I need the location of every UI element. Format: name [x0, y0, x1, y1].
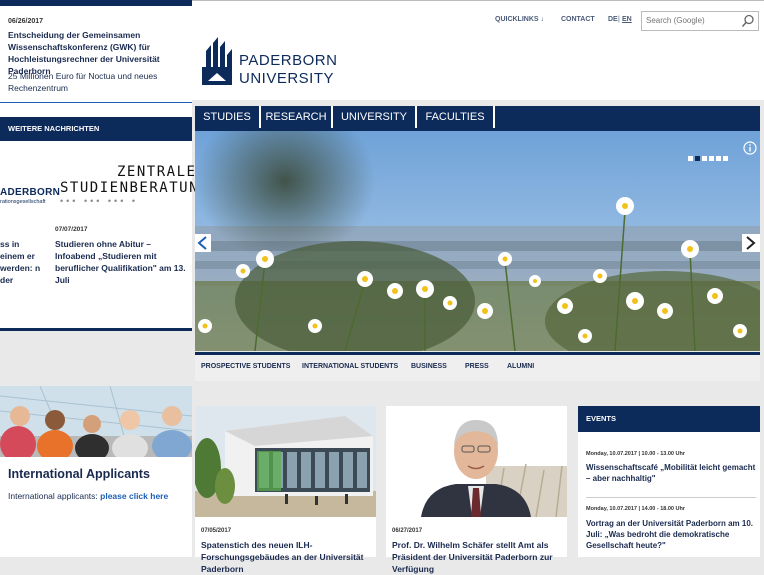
news-subtitle: 25 Millionen Euro für Noctua und neues R… [8, 71, 158, 93]
news-date: 06/26/2017 [8, 18, 44, 25]
subnav-prospective-students[interactable]: PROSPECTIVE STUDENTS [201, 363, 290, 370]
search-box [641, 11, 759, 31]
event-date: Monday, 10.07.2017 | 14.00 - 18.00 Uhr [586, 506, 685, 512]
zsb-logo-line2: STUDIENBERATUNG [60, 180, 209, 196]
divider [586, 497, 756, 498]
divider [0, 102, 192, 103]
more-news-label: WEITERE NACHRICHTEN [8, 124, 100, 133]
slider-dot[interactable] [709, 156, 714, 161]
news-date: 07/07/2017 [55, 226, 88, 233]
slider-dot[interactable] [702, 156, 707, 161]
partner-logo-sub: rationsgesellschaft [0, 199, 46, 205]
more-news-button[interactable]: WEITERE NACHRICHTEN [0, 117, 192, 141]
slider-next-button[interactable] [742, 234, 760, 252]
main-nav: STUDIES RESEARCH UNIVERSITY FACULTIES [195, 106, 760, 131]
search-input[interactable] [646, 14, 736, 27]
international-link[interactable]: please click here [100, 491, 168, 501]
event-date: Monday, 10.07.2017 | 10.00 - 13.00 Uhr [586, 451, 685, 457]
slider-dot[interactable] [716, 156, 721, 161]
card-bottom-line [0, 328, 192, 331]
news-card[interactable]: 07/05/2017 Spatenstich des neuen ILH-For… [195, 406, 376, 574]
logo-text[interactable]: UNIVERSITY [239, 70, 334, 87]
slider-dot[interactable] [723, 156, 728, 161]
news-date: 07/05/2017 [201, 528, 232, 534]
subnav-press[interactable]: PRESS [465, 363, 489, 370]
hero-photo [195, 131, 760, 351]
international-text: International applicants: please click h… [8, 491, 168, 501]
lang-de-link[interactable]: DE [608, 16, 618, 23]
events-header[interactable]: EVENTS [578, 406, 760, 432]
header-topline [192, 0, 764, 5]
lang-en-link[interactable]: EN [622, 16, 632, 23]
international-text-label: International applicants: [8, 491, 101, 501]
search-icon[interactable] [741, 14, 755, 28]
news-title-link[interactable]: Prof. Dr. Wilhelm Schäfer stellt Amt als… [392, 539, 568, 575]
news-image [386, 406, 567, 517]
sub-nav: PROSPECTIVE STUDENTS INTERNATIONAL STUDE… [195, 352, 760, 381]
slider-dots [688, 148, 730, 161]
logo-text[interactable]: PADERBORN [239, 52, 337, 69]
events-panel: EVENTS Monday, 10.07.2017 | 10.00 - 13.0… [578, 406, 760, 557]
nav-faculties[interactable]: FACULTIES [417, 106, 495, 128]
event-title-link[interactable]: Vortrag an der Universität Paderborn am … [586, 518, 758, 551]
contact-link[interactable]: CONTACT [561, 16, 595, 23]
international-title[interactable]: International Applicants [8, 467, 150, 481]
zsb-logo-line1: ZENTRALE [117, 164, 197, 180]
portrait-photo [386, 406, 567, 517]
news-image [195, 406, 376, 517]
events-header-label: EVENTS [586, 414, 617, 423]
hero-slider-image [195, 131, 760, 351]
zsb-logo-dots: ••• ••• ••• • [60, 196, 139, 206]
arrow-right-icon [746, 236, 756, 250]
news-title-fragment[interactable]: ss in einem er werden: n der [0, 238, 45, 286]
people-photo [0, 386, 192, 457]
nav-studies[interactable]: STUDIES [195, 106, 261, 128]
nav-research[interactable]: RESEARCH [261, 106, 333, 128]
building-photo [195, 406, 376, 517]
lang-separator: | [618, 16, 620, 23]
subnav-business[interactable]: BUSINESS [411, 363, 447, 370]
subnav-alumni[interactable]: ALUMNI [507, 363, 534, 370]
subnav-international-students[interactable]: INTERNATIONAL STUDENTS [302, 363, 398, 370]
news-card[interactable]: 06/27/2017 Prof. Dr. Wilhelm Schäfer ste… [386, 406, 567, 574]
news-date: 06/27/2017 [392, 528, 423, 534]
partner-logo: ADERBORN [0, 187, 61, 198]
arrow-left-icon [197, 236, 207, 250]
university-logo-icon[interactable] [200, 37, 234, 87]
international-students-photo[interactable] [0, 386, 192, 457]
card-top-strip [0, 0, 192, 6]
slider-dot[interactable] [688, 156, 693, 161]
news-title-link[interactable]: Studieren ohne Abitur – Infoabend „Studi… [55, 238, 187, 286]
slider-prev-button[interactable] [195, 234, 211, 252]
event-title-link[interactable]: Wissenschaftscafé „Mobilität leicht gema… [586, 462, 758, 484]
quicklinks-menu[interactable]: QUICKLINKS ↓ [495, 16, 544, 23]
info-icon[interactable] [743, 141, 757, 155]
nav-university[interactable]: UNIVERSITY [333, 106, 417, 128]
news-title-link[interactable]: Spatenstich des neuen ILH-Forschungsgebä… [201, 539, 377, 575]
slider-dot[interactable] [695, 156, 700, 161]
